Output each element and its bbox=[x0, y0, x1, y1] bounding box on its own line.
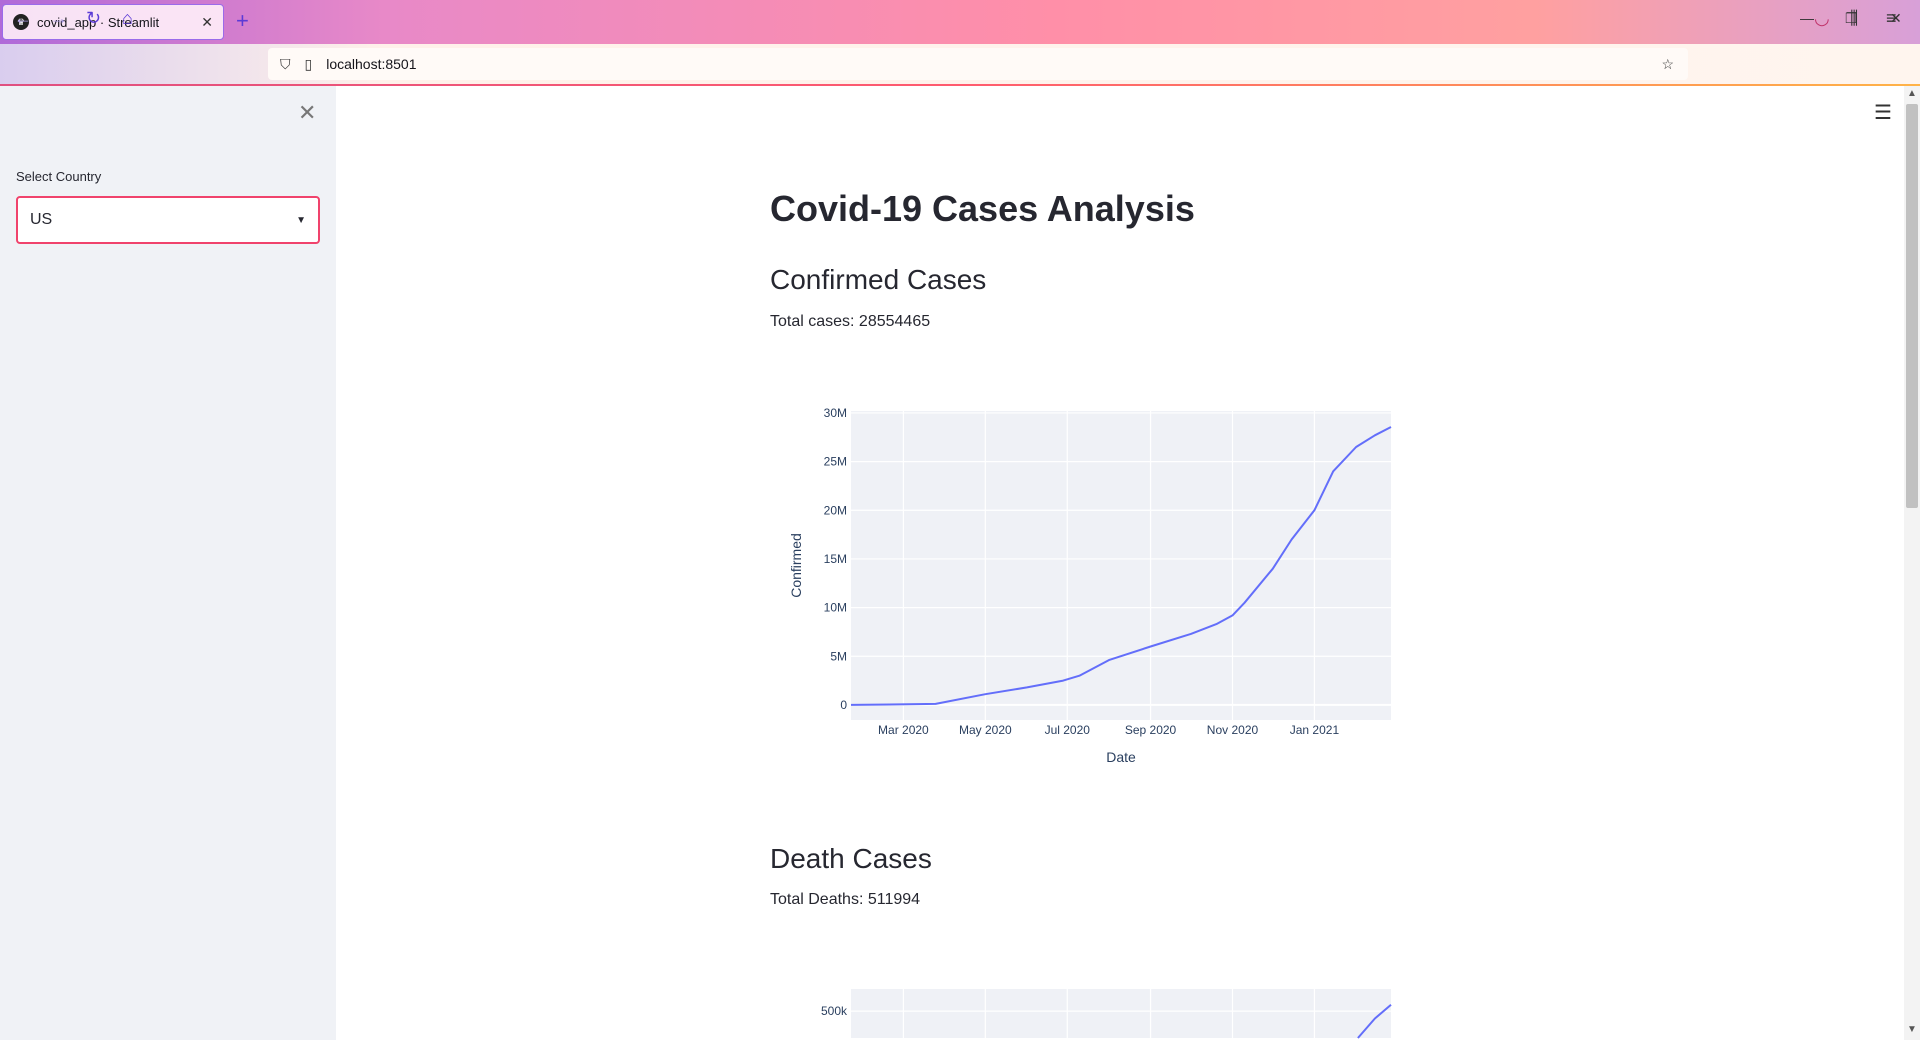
chart-1: 500k bbox=[821, 989, 1392, 1039]
scrollbar-thumb[interactable] bbox=[1906, 104, 1918, 508]
y-axis-title: Confirmed bbox=[788, 533, 804, 598]
charts-canvas: Mar 2020 May 2020 Jul 2020 Sep 2020 Nov 2020… bbox=[788, 406, 1392, 1039]
x-tick-label: Mar 2020 bbox=[878, 723, 929, 737]
x-tick-label: May 2020 bbox=[959, 723, 1012, 737]
plot-area bbox=[851, 411, 1391, 720]
x-tick-label: Jan 2021 bbox=[1290, 723, 1340, 737]
y-tick-label: 20M bbox=[824, 503, 847, 517]
y-tick-label: 15M bbox=[824, 552, 847, 566]
x-tick-label: Jul 2020 bbox=[1045, 723, 1091, 737]
scroll-down-icon[interactable]: ▼ bbox=[1907, 1024, 1917, 1035]
plot-area bbox=[851, 989, 1391, 1038]
scroll-up-icon[interactable]: ▲ bbox=[1907, 88, 1917, 99]
y-tick-label: 30M bbox=[824, 406, 847, 420]
y-tick-label: 0 bbox=[840, 698, 847, 712]
x-tick-label: Nov 2020 bbox=[1207, 723, 1259, 737]
y-tick-label: 10M bbox=[824, 601, 847, 615]
y-tick-label: 5M bbox=[830, 649, 847, 663]
x-axis-title: Date bbox=[1106, 749, 1136, 765]
x-tick-label: Sep 2020 bbox=[1125, 723, 1177, 737]
chart-0: Mar 2020 May 2020 Jul 2020 Sep 2020 Nov 2020… bbox=[788, 406, 1392, 765]
y-tick-label: 25M bbox=[824, 455, 847, 469]
y-tick-label: 500k bbox=[821, 1004, 848, 1018]
